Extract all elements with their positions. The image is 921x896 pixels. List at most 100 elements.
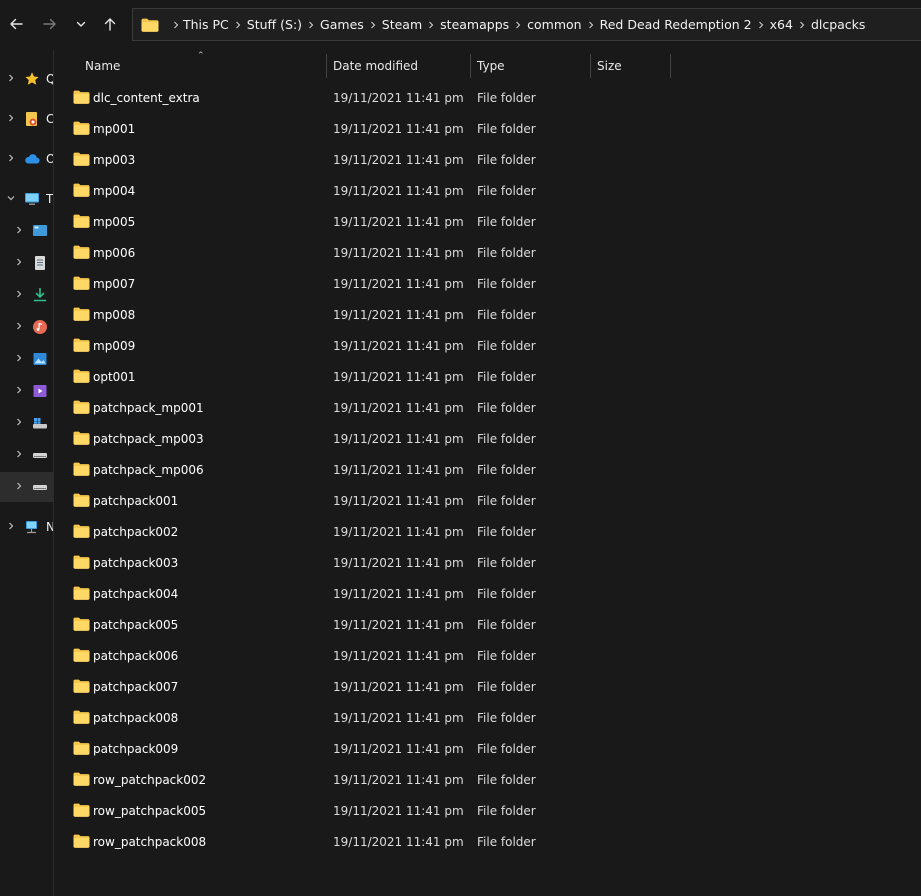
nav-item[interactable]: C bbox=[0, 104, 53, 134]
nav-item[interactable] bbox=[0, 376, 53, 406]
chevron-right-icon[interactable] bbox=[422, 21, 440, 29]
chevron-right-icon[interactable] bbox=[6, 113, 16, 126]
chevron-down-icon[interactable] bbox=[6, 193, 16, 206]
table-row[interactable]: patchpack_mp006 19/11/2021 11:41 pm File f… bbox=[61, 454, 671, 485]
table-row[interactable]: mp008 19/11/2021 11:41 pm File folder bbox=[61, 299, 671, 330]
chevron-right-icon[interactable] bbox=[169, 21, 183, 29]
breadcrumb-item[interactable]: Red Dead Redemption 2 bbox=[600, 17, 752, 32]
file-date-modified: 19/11/2021 11:41 pm bbox=[333, 245, 464, 260]
nav-item[interactable] bbox=[0, 248, 53, 278]
file-date-modified: 19/11/2021 11:41 pm bbox=[333, 462, 464, 477]
table-row[interactable]: patchpack_mp001 19/11/2021 11:41 pm File f… bbox=[61, 392, 671, 423]
table-row[interactable]: mp005 19/11/2021 11:41 pm File folder bbox=[61, 206, 671, 237]
table-row[interactable]: patchpack002 19/11/2021 11:41 pm File fold… bbox=[61, 516, 671, 547]
desktop-icon bbox=[32, 223, 48, 239]
chevron-right-icon[interactable] bbox=[582, 21, 600, 29]
chevron-right-icon[interactable] bbox=[14, 353, 24, 366]
table-row[interactable]: patchpack005 19/11/2021 11:41 pm File fold… bbox=[61, 609, 671, 640]
nav-item[interactable] bbox=[0, 216, 53, 246]
chevron-right-icon[interactable] bbox=[14, 385, 24, 398]
table-row[interactable]: dlc_content_extra 19/11/2021 11:41 pm File… bbox=[61, 82, 671, 113]
folder-icon bbox=[73, 338, 90, 352]
nav-item[interactable] bbox=[0, 344, 53, 374]
nav-item[interactable] bbox=[0, 408, 53, 438]
nav-item[interactable]: Q bbox=[0, 64, 53, 94]
navigation-pane[interactable]: Q C O T N bbox=[0, 50, 54, 896]
chevron-right-icon[interactable] bbox=[752, 21, 770, 29]
table-row[interactable]: patchpack009 19/11/2021 11:41 pm File fold… bbox=[61, 733, 671, 764]
column-divider[interactable] bbox=[590, 54, 591, 78]
breadcrumb-item[interactable]: This PC bbox=[183, 17, 229, 32]
up-button[interactable] bbox=[98, 10, 122, 38]
chevron-right-icon[interactable] bbox=[14, 257, 24, 270]
nav-item[interactable]: T bbox=[0, 184, 53, 214]
breadcrumb-item[interactable]: common bbox=[527, 17, 581, 32]
chevron-right-icon[interactable] bbox=[14, 289, 24, 302]
column-divider[interactable] bbox=[670, 54, 671, 78]
breadcrumb-item[interactable]: steamapps bbox=[440, 17, 509, 32]
chevron-right-icon[interactable] bbox=[793, 21, 811, 29]
chevron-right-icon[interactable] bbox=[14, 321, 24, 334]
folder-icon bbox=[73, 679, 90, 693]
column-type-label: Type bbox=[477, 59, 505, 73]
file-type: File folder bbox=[477, 741, 536, 756]
column-date-header[interactable]: Date modified bbox=[333, 50, 418, 82]
breadcrumb: This PC Stuff (S:) Games Steam steamapps comm… bbox=[169, 17, 865, 32]
breadcrumb-item[interactable]: Games bbox=[320, 17, 364, 32]
table-row[interactable]: patchpack006 19/11/2021 11:41 pm File fold… bbox=[61, 640, 671, 671]
nav-item[interactable] bbox=[0, 472, 53, 502]
breadcrumb-item[interactable]: x64 bbox=[770, 17, 793, 32]
chevron-right-icon[interactable] bbox=[302, 21, 320, 29]
file-type: File folder bbox=[477, 121, 536, 136]
table-row[interactable]: mp001 19/11/2021 11:41 pm File folder bbox=[61, 113, 671, 144]
chevron-right-icon[interactable] bbox=[229, 21, 247, 29]
table-row[interactable]: opt001 19/11/2021 11:41 pm File folder bbox=[61, 361, 671, 392]
table-row[interactable]: row_patchpack002 19/11/2021 11:41 pm File … bbox=[61, 764, 671, 795]
file-type: File folder bbox=[477, 307, 536, 322]
back-button[interactable] bbox=[4, 10, 28, 38]
chevron-right-icon[interactable] bbox=[14, 417, 24, 430]
file-type: File folder bbox=[477, 555, 536, 570]
table-row[interactable]: mp007 19/11/2021 11:41 pm File folder bbox=[61, 268, 671, 299]
table-row[interactable]: patchpack_mp003 19/11/2021 11:41 pm File f… bbox=[61, 423, 671, 454]
table-row[interactable]: mp003 19/11/2021 11:41 pm File folder bbox=[61, 144, 671, 175]
chevron-right-icon[interactable] bbox=[6, 521, 16, 534]
file-name: row_patchpack008 bbox=[93, 834, 207, 849]
file-name: patchpack_mp006 bbox=[93, 462, 204, 477]
column-name-header[interactable]: Name bbox=[85, 50, 120, 82]
forward-button[interactable] bbox=[38, 10, 62, 38]
recent-locations-button[interactable] bbox=[69, 10, 93, 38]
file-date-modified: 19/11/2021 11:41 pm bbox=[333, 617, 464, 632]
nav-item[interactable] bbox=[0, 280, 53, 310]
nav-item[interactable] bbox=[0, 312, 53, 342]
address-bar[interactable]: This PC Stuff (S:) Games Steam steamapps comm… bbox=[132, 8, 921, 41]
breadcrumb-item[interactable]: Stuff (S:) bbox=[247, 17, 302, 32]
table-row[interactable]: patchpack007 19/11/2021 11:41 pm File fold… bbox=[61, 671, 671, 702]
table-row[interactable]: mp004 19/11/2021 11:41 pm File folder bbox=[61, 175, 671, 206]
chevron-right-icon[interactable] bbox=[364, 21, 382, 29]
table-row[interactable]: row_patchpack008 19/11/2021 11:41 pm File … bbox=[61, 826, 671, 857]
chevron-right-icon[interactable] bbox=[6, 153, 16, 166]
column-size-header[interactable]: Size bbox=[597, 50, 622, 82]
nav-item[interactable]: N bbox=[0, 512, 53, 542]
column-type-header[interactable]: Type bbox=[477, 50, 505, 82]
chevron-right-icon[interactable] bbox=[14, 225, 24, 238]
table-row[interactable]: patchpack008 19/11/2021 11:41 pm File fold… bbox=[61, 702, 671, 733]
table-row[interactable]: patchpack003 19/11/2021 11:41 pm File fold… bbox=[61, 547, 671, 578]
table-row[interactable]: row_patchpack005 19/11/2021 11:41 pm File … bbox=[61, 795, 671, 826]
chevron-right-icon[interactable] bbox=[14, 481, 24, 494]
chevron-right-icon[interactable] bbox=[14, 449, 24, 462]
breadcrumb-item[interactable]: Steam bbox=[382, 17, 422, 32]
table-row[interactable]: mp006 19/11/2021 11:41 pm File folder bbox=[61, 237, 671, 268]
column-divider[interactable] bbox=[470, 54, 471, 78]
table-row[interactable]: patchpack001 19/11/2021 11:41 pm File fold… bbox=[61, 485, 671, 516]
table-row[interactable]: patchpack004 19/11/2021 11:41 pm File fold… bbox=[61, 578, 671, 609]
table-row[interactable]: mp009 19/11/2021 11:41 pm File folder bbox=[61, 330, 671, 361]
column-divider[interactable] bbox=[326, 54, 327, 78]
nav-item-label: O bbox=[46, 152, 53, 166]
breadcrumb-item[interactable]: dlcpacks bbox=[811, 17, 866, 32]
nav-item[interactable]: O bbox=[0, 144, 53, 174]
chevron-right-icon[interactable] bbox=[509, 21, 527, 29]
chevron-right-icon[interactable] bbox=[6, 73, 16, 86]
nav-item[interactable] bbox=[0, 440, 53, 470]
